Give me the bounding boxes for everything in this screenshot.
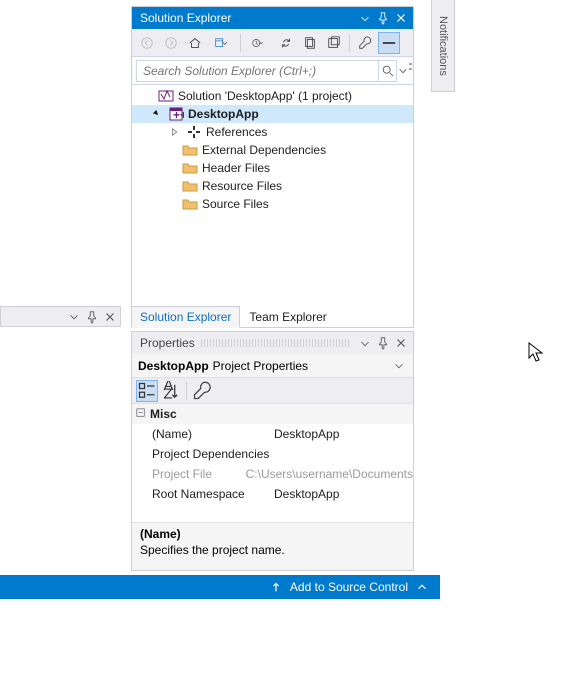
subject-name: DesktopApp: [138, 359, 209, 373]
tool-window-tabs: Solution Explorer Team Explorer: [131, 306, 336, 328]
toolbar-separator: [186, 382, 187, 400]
forward-button[interactable]: [160, 32, 182, 54]
toolbar-separator: [240, 34, 241, 52]
tab-label: Solution Explorer: [140, 310, 231, 324]
property-description: (Name) Specifies the project name.: [132, 522, 413, 570]
category-label: Misc: [150, 407, 177, 421]
alphabetical-button[interactable]: AZ: [160, 380, 182, 402]
property-row-deps[interactable]: Project Dependencies: [132, 444, 413, 464]
add-to-source-control[interactable]: Add to Source Control: [290, 580, 408, 594]
home-button[interactable]: [184, 32, 206, 54]
description-header: (Name): [140, 527, 405, 541]
external-deps-node[interactable]: External Dependencies: [132, 141, 413, 159]
pin-icon[interactable]: [84, 309, 100, 325]
publish-icon[interactable]: [268, 579, 284, 595]
switch-views-button[interactable]: [208, 32, 236, 54]
property-name: (Name): [152, 427, 272, 441]
close-icon[interactable]: [102, 309, 118, 325]
project-icon: ++: [168, 106, 184, 122]
external-deps-label: External Dependencies: [202, 143, 326, 157]
tab-team-explorer[interactable]: Team Explorer: [240, 306, 335, 328]
expander-open-icon[interactable]: [150, 109, 164, 119]
properties-toolbar: AZ: [132, 378, 413, 404]
project-label: DesktopApp: [188, 107, 259, 121]
project-node[interactable]: ++ DesktopApp: [132, 105, 413, 123]
window-menu-icon[interactable]: [357, 10, 373, 26]
dropdown-icon[interactable]: [66, 309, 82, 325]
category-row[interactable]: Misc: [132, 404, 413, 424]
svg-text:Z: Z: [164, 385, 173, 401]
toolbar-overflow[interactable]: [405, 53, 415, 79]
folder-icon: [182, 196, 198, 212]
chevron-up-icon[interactable]: [414, 579, 430, 595]
solution-explorer-toolbar: [132, 29, 413, 57]
search-icon[interactable]: [379, 60, 397, 82]
properties-subject-row[interactable]: DesktopApp Project Properties: [132, 354, 413, 378]
properties-button[interactable]: [354, 32, 376, 54]
expander-closed-icon[interactable]: [168, 127, 182, 137]
description-body: Specifies the project name.: [140, 543, 405, 557]
search-input[interactable]: [136, 60, 379, 82]
header-files-label: Header Files: [202, 161, 270, 175]
notifications-label: Notifications: [437, 16, 449, 76]
source-files-node[interactable]: Source Files: [132, 195, 413, 213]
tab-solution-explorer[interactable]: Solution Explorer: [131, 306, 240, 328]
close-icon[interactable]: [393, 10, 409, 26]
notifications-tab[interactable]: Notifications: [431, 0, 455, 92]
pin-icon[interactable]: [375, 335, 391, 351]
solution-explorer-titlebar[interactable]: Solution Explorer: [132, 7, 413, 29]
solution-icon: [158, 88, 174, 104]
solution-explorer-panel: Solution Explorer Solution 'DesktopA: [131, 6, 414, 328]
property-name: Project Dependencies: [152, 447, 272, 461]
properties-titlebar[interactable]: Properties: [132, 332, 413, 354]
property-value[interactable]: DesktopApp: [272, 487, 413, 501]
pending-changes-filter-button[interactable]: [245, 32, 273, 54]
categorized-button[interactable]: [136, 380, 158, 402]
source-files-label: Source Files: [202, 197, 269, 211]
subject-dropdown-icon[interactable]: [391, 358, 407, 374]
resource-files-node[interactable]: Resource Files: [132, 177, 413, 195]
solution-explorer-title: Solution Explorer: [140, 11, 357, 25]
properties-title: Properties: [140, 336, 195, 350]
solution-label: Solution 'DesktopApp' (1 project): [178, 89, 352, 103]
property-pages-button[interactable]: [191, 380, 213, 402]
resource-files-label: Resource Files: [202, 179, 282, 193]
property-name: Root Namespace: [152, 487, 272, 501]
property-row-namespace[interactable]: Root Namespace DesktopApp: [132, 484, 413, 504]
property-name: Project File: [152, 467, 244, 481]
subject-type: Project Properties: [213, 359, 308, 373]
folder-icon: [182, 160, 198, 176]
property-value: C:\Users\username\Documents: [244, 467, 413, 481]
properties-panel: Properties DesktopApp Project Properties…: [131, 331, 414, 571]
status-bar: Add to Source Control: [0, 575, 440, 599]
pin-icon[interactable]: [375, 10, 391, 26]
svg-text:++: ++: [173, 108, 184, 122]
tab-label: Team Explorer: [249, 310, 326, 324]
property-value[interactable]: DesktopApp: [272, 427, 413, 441]
references-label: References: [206, 125, 267, 139]
toolbar-separator: [349, 34, 350, 52]
window-menu-icon[interactable]: [357, 335, 373, 351]
solution-node[interactable]: Solution 'DesktopApp' (1 project): [132, 87, 413, 105]
property-row-name[interactable]: (Name) DesktopApp: [132, 424, 413, 444]
header-files-node[interactable]: Header Files: [132, 159, 413, 177]
back-button[interactable]: [136, 32, 158, 54]
category-collapse-icon[interactable]: [136, 407, 146, 421]
solution-tree[interactable]: Solution 'DesktopApp' (1 project) ++ Des…: [132, 85, 413, 327]
property-grid[interactable]: Misc (Name) DesktopApp Project Dependenc…: [132, 404, 413, 522]
sync-active-document-button[interactable]: [275, 32, 297, 54]
folder-icon: [182, 142, 198, 158]
grip-icon: [201, 339, 351, 347]
references-icon: [186, 124, 202, 140]
show-all-files-button[interactable]: [378, 32, 400, 54]
property-row-file[interactable]: Project File C:\Users\username\Documents: [132, 464, 413, 484]
folder-icon: [182, 178, 198, 194]
mouse-cursor-icon: [528, 342, 546, 364]
references-node[interactable]: References: [132, 123, 413, 141]
refresh-button[interactable]: [299, 32, 321, 54]
close-icon[interactable]: [393, 335, 409, 351]
docked-panel-stub: [0, 306, 121, 327]
collapse-all-button[interactable]: [323, 32, 345, 54]
solution-explorer-search: [132, 57, 413, 85]
